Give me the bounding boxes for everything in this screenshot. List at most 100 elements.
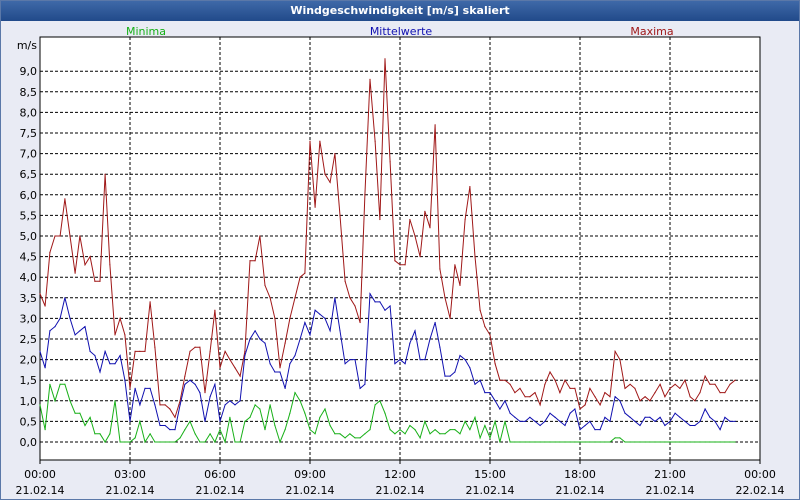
data-point-mittelwerte — [484, 392, 486, 394]
data-point-minima — [324, 408, 326, 410]
y-tick-label: 6,5 — [20, 168, 38, 181]
data-point-mittelwerte — [614, 396, 616, 398]
data-point-minima — [189, 420, 191, 422]
data-point-minima — [489, 437, 491, 439]
data-point-mittelwerte — [539, 424, 541, 427]
data-point-minima — [279, 441, 281, 443]
data-point-maxima — [714, 383, 716, 385]
data-point-maxima — [109, 264, 111, 266]
data-point-mittelwerte — [64, 297, 66, 299]
data-point-mittelwerte — [534, 420, 536, 422]
data-point-maxima — [654, 392, 656, 394]
data-point-maxima — [729, 383, 731, 385]
data-point-minima — [649, 441, 651, 443]
data-point-minima — [359, 437, 361, 439]
x-tick-date: 21.02.14 — [286, 484, 335, 497]
data-point-minima — [169, 441, 171, 443]
data-point-maxima — [599, 404, 601, 406]
data-point-minima — [654, 441, 656, 443]
data-point-maxima — [684, 379, 686, 381]
data-point-minima — [334, 433, 336, 435]
data-point-minima — [179, 437, 181, 439]
data-point-minima — [734, 441, 736, 443]
data-point-mittelwerte — [544, 420, 546, 422]
x-tick-date: 21.02.14 — [466, 484, 515, 497]
data-point-mittelwerte — [134, 387, 136, 389]
data-point-maxima — [229, 359, 231, 361]
data-point-mittelwerte — [229, 400, 231, 402]
x-tick-date: 21.02.14 — [196, 484, 245, 497]
data-point-maxima — [489, 334, 491, 336]
data-point-mittelwerte — [419, 359, 421, 361]
data-point-maxima — [184, 375, 186, 377]
data-point-minima — [484, 424, 486, 427]
data-point-maxima — [59, 235, 61, 237]
data-point-minima — [149, 433, 151, 435]
data-point-maxima — [419, 256, 421, 258]
data-point-maxima — [479, 309, 481, 311]
data-point-minima — [454, 429, 456, 431]
data-point-maxima — [209, 350, 211, 352]
data-point-minima — [709, 441, 711, 443]
data-point-mittelwerte — [314, 309, 316, 311]
data-point-mittelwerte — [329, 330, 331, 332]
data-point-mittelwerte — [584, 424, 586, 427]
data-point-mittelwerte — [604, 416, 606, 418]
y-tick-label: 2,5 — [20, 333, 38, 346]
data-point-mittelwerte — [619, 400, 621, 402]
data-point-maxima — [664, 396, 666, 398]
data-point-minima — [349, 433, 351, 435]
y-tick-label: 3,0 — [20, 312, 38, 325]
data-point-maxima — [124, 334, 126, 336]
data-point-minima — [74, 412, 76, 414]
data-point-minima — [634, 441, 636, 443]
y-tick-label: 0,5 — [20, 415, 38, 428]
data-point-mittelwerte — [44, 367, 46, 369]
data-point-mittelwerte — [204, 420, 206, 422]
data-point-minima — [414, 429, 416, 431]
data-point-maxima — [164, 404, 166, 406]
data-point-mittelwerte — [99, 371, 101, 373]
data-point-mittelwerte — [144, 387, 146, 389]
data-point-minima — [99, 433, 101, 435]
data-point-minima — [114, 400, 116, 402]
data-point-maxima — [514, 392, 516, 394]
data-point-mittelwerte — [434, 321, 436, 324]
data-point-minima — [509, 441, 511, 443]
data-point-maxima — [274, 317, 276, 319]
data-point-minima — [44, 429, 46, 431]
data-point-maxima — [309, 140, 311, 142]
data-point-mittelwerte — [424, 359, 426, 361]
y-tick-label: 9,0 — [20, 65, 38, 78]
data-point-mittelwerte — [349, 359, 351, 361]
data-point-maxima — [104, 173, 106, 175]
data-point-maxima — [484, 326, 486, 328]
data-point-maxima — [449, 317, 451, 319]
data-point-maxima — [639, 400, 641, 402]
y-tick-label: 5,0 — [20, 230, 38, 243]
data-point-maxima — [509, 383, 511, 385]
data-point-minima — [309, 429, 311, 431]
data-point-minima — [344, 437, 346, 439]
data-point-minima — [694, 441, 696, 443]
data-point-minima — [339, 433, 341, 435]
data-point-mittelwerte — [444, 375, 446, 377]
data-point-maxima — [579, 408, 581, 410]
data-point-mittelwerte — [189, 379, 191, 381]
data-point-maxima — [189, 350, 191, 352]
data-point-mittelwerte — [429, 338, 431, 340]
data-point-minima — [239, 441, 241, 443]
x-tick-date: 21.02.14 — [556, 484, 605, 497]
data-point-mittelwerte — [39, 350, 41, 352]
data-point-maxima — [644, 396, 646, 398]
data-point-mittelwerte — [404, 363, 406, 365]
data-point-maxima — [94, 280, 96, 282]
data-point-mittelwerte — [649, 416, 651, 418]
data-point-mittelwerte — [169, 429, 171, 431]
data-point-minima — [294, 392, 296, 394]
data-point-maxima — [379, 218, 381, 221]
data-point-maxima — [299, 276, 301, 278]
data-point-maxima — [564, 379, 566, 381]
data-point-maxima — [64, 198, 66, 200]
data-point-mittelwerte — [199, 392, 201, 394]
